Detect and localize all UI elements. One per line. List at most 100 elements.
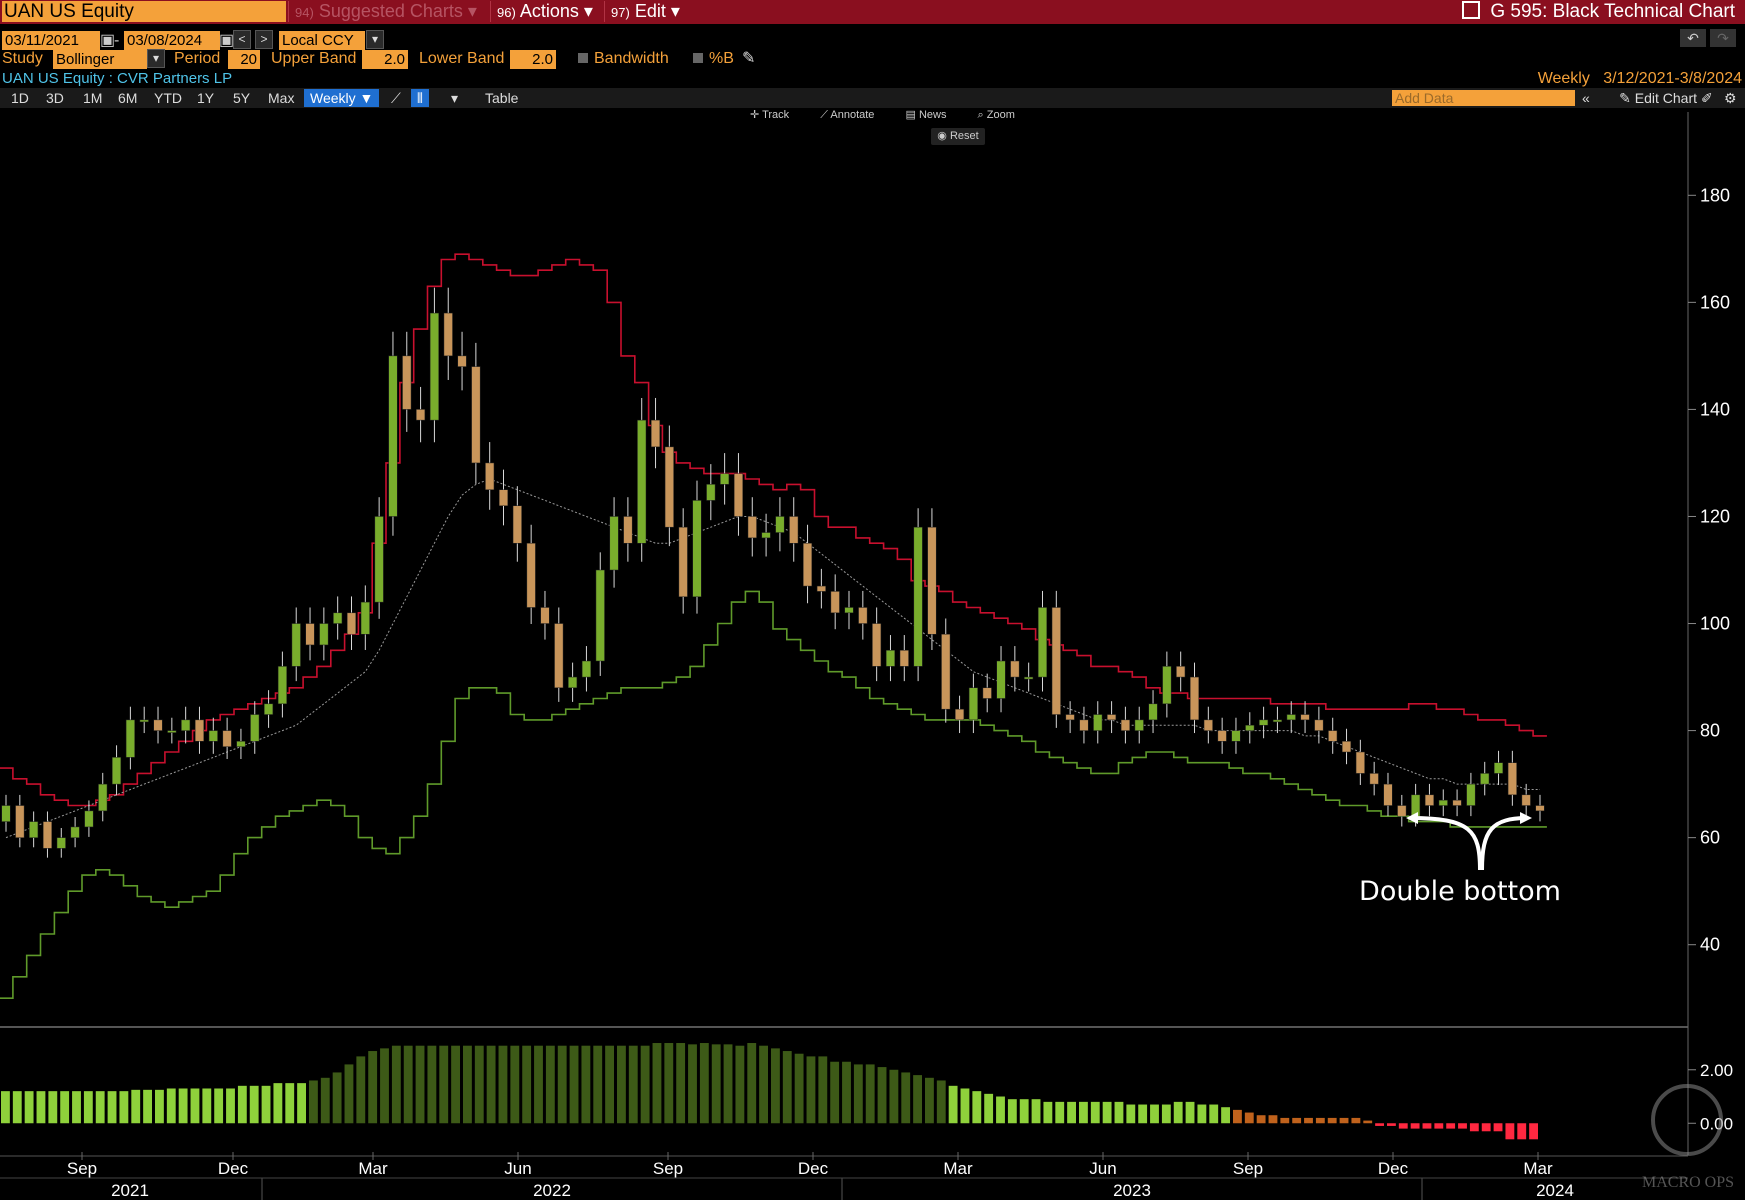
pctb-bar bbox=[391, 1045, 401, 1124]
pctb-bar bbox=[1090, 1101, 1100, 1124]
candle-body bbox=[1480, 773, 1490, 785]
pctb-bar bbox=[1410, 1123, 1420, 1129]
candlesticks bbox=[1, 287, 1545, 858]
pctb-bar bbox=[24, 1091, 34, 1124]
candle-body bbox=[678, 526, 688, 598]
pctb-bar bbox=[72, 1091, 81, 1124]
y-tick-label: 120 bbox=[1700, 506, 1730, 526]
candle-body bbox=[844, 607, 854, 614]
x-tick-label: Jun bbox=[504, 1159, 531, 1178]
pctb-bar bbox=[1292, 1117, 1302, 1124]
year-label: 2022 bbox=[533, 1181, 571, 1200]
pctb-bar bbox=[202, 1088, 212, 1124]
pctb-bar bbox=[143, 1089, 152, 1124]
candle-body bbox=[429, 312, 439, 421]
pctb-bar bbox=[865, 1064, 875, 1124]
pctb-bar bbox=[581, 1045, 591, 1124]
x-tick-label: Sep bbox=[67, 1159, 97, 1178]
pctb-bar bbox=[830, 1061, 840, 1124]
pctb-bar bbox=[1458, 1123, 1467, 1129]
candle-body bbox=[1051, 607, 1061, 715]
candle-body bbox=[941, 633, 951, 710]
candle-body bbox=[98, 783, 108, 812]
candle-body bbox=[346, 612, 357, 635]
candle-body bbox=[581, 660, 591, 678]
candle-body bbox=[360, 601, 370, 635]
candle-body bbox=[1300, 714, 1310, 721]
candle-body bbox=[1231, 730, 1241, 742]
pctb-bar bbox=[1398, 1123, 1408, 1129]
pctb-bar bbox=[119, 1091, 129, 1124]
candle-body bbox=[498, 489, 509, 507]
pctb-bar bbox=[1114, 1101, 1124, 1124]
candle-body bbox=[112, 757, 122, 785]
y-tick-label: 40 bbox=[1700, 935, 1720, 955]
annotation-right-curve bbox=[1480, 816, 1529, 871]
candle-body bbox=[84, 810, 94, 828]
candle-body bbox=[388, 355, 398, 517]
candle-body bbox=[1203, 719, 1213, 731]
pctb-bar bbox=[759, 1045, 768, 1124]
pctb-bar bbox=[688, 1044, 697, 1124]
pctb-bar bbox=[972, 1091, 982, 1124]
pctb-bar bbox=[652, 1043, 662, 1124]
pctb-bar bbox=[1031, 1099, 1041, 1124]
pctb-bar bbox=[214, 1088, 224, 1124]
candle-body bbox=[1383, 783, 1393, 806]
pctb-bar bbox=[735, 1045, 745, 1124]
x-tick-label: Jun bbox=[1089, 1159, 1116, 1178]
candle-body bbox=[789, 516, 799, 544]
pctb-bar bbox=[1244, 1112, 1254, 1124]
pctb-bar bbox=[1315, 1117, 1325, 1124]
x-tick-label: Sep bbox=[653, 1159, 683, 1178]
candle-body bbox=[1397, 805, 1407, 817]
pctb-bar bbox=[1102, 1101, 1112, 1124]
candle-body bbox=[554, 623, 564, 689]
axes-group: 40 60 80 100 120 140 160 180 bbox=[0, 112, 1730, 1155]
annotation-text: Double bottom bbox=[1359, 876, 1561, 907]
pctb-bar bbox=[1351, 1117, 1361, 1124]
pctb-bar bbox=[415, 1045, 425, 1124]
candle-body bbox=[1452, 799, 1462, 806]
pctb-bar bbox=[309, 1080, 318, 1124]
x-axis: Sep Dec Mar Jun Sep Dec Mar Jun Sep Dec Mar 2021 202… bbox=[0, 1152, 1688, 1200]
candle-body bbox=[982, 687, 992, 699]
pctb-bar bbox=[605, 1045, 614, 1124]
pctb-bar bbox=[1304, 1117, 1313, 1124]
candle-body bbox=[1369, 773, 1379, 785]
candle-body bbox=[1314, 719, 1324, 731]
pctb-bar bbox=[794, 1053, 804, 1124]
pctb-bar bbox=[95, 1091, 105, 1124]
pctb-bar bbox=[510, 1045, 520, 1124]
candle-body bbox=[664, 446, 674, 528]
candle-body bbox=[706, 484, 716, 501]
candle-body bbox=[650, 419, 661, 448]
pctb-bar bbox=[1079, 1101, 1088, 1124]
pctb-bar bbox=[925, 1077, 934, 1124]
pctb-bar bbox=[1221, 1107, 1230, 1124]
candle-body bbox=[181, 719, 191, 731]
pctb-bar bbox=[1268, 1115, 1278, 1124]
candle-body bbox=[443, 312, 453, 357]
candle-body bbox=[540, 607, 550, 624]
candle-body bbox=[1424, 794, 1434, 806]
annotation-left-curve bbox=[1409, 816, 1482, 871]
candle-body bbox=[775, 516, 785, 533]
pctb-bar bbox=[1256, 1115, 1266, 1124]
candle-body bbox=[637, 419, 647, 544]
pctb-bar bbox=[60, 1091, 70, 1124]
candle-body bbox=[1107, 714, 1117, 721]
candle-body bbox=[1093, 714, 1103, 731]
y-tick-label: 160 bbox=[1700, 292, 1730, 312]
pctb-bar bbox=[1363, 1120, 1373, 1124]
pctb-bar bbox=[320, 1077, 330, 1124]
price-chart[interactable]: 40 60 80 100 120 140 160 180 0.00 2.00 Sep Dec Mar… bbox=[0, 0, 1745, 1200]
candle-body bbox=[42, 821, 52, 849]
pctb-bar bbox=[1387, 1123, 1396, 1126]
candle-body bbox=[416, 409, 426, 421]
candle-body bbox=[291, 623, 301, 667]
candle-body bbox=[623, 516, 633, 544]
candle-body bbox=[955, 708, 965, 721]
candle-body bbox=[374, 516, 384, 603]
pctb-bar bbox=[818, 1056, 828, 1124]
